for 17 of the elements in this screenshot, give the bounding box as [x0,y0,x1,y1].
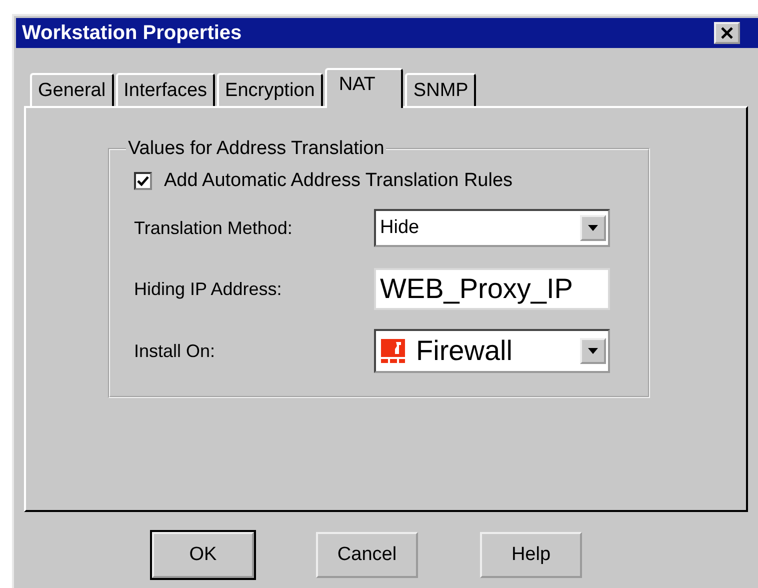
dropdown[interactable]: Hide [374,209,610,247]
tab[interactable]: NAT [324,68,404,108]
tab[interactable]: General [30,73,114,106]
window-title: Workstation Properties [22,22,242,44]
tab[interactable]: Interfaces [116,73,216,106]
dropdown[interactable]: Firewall [374,329,610,373]
field-label: Translation Method: [134,218,294,238]
dialog-button[interactable]: Help [480,532,582,578]
dialog-button[interactable]: Cancel [316,532,418,578]
checkbox-label: Add Automatic Address Translation Rules [164,170,513,192]
field-label: Install On: [134,340,216,362]
tab[interactable]: SNMP [405,73,476,106]
tab[interactable]: Encryption [217,73,323,106]
text-field[interactable]: WEB_Proxy_IP [374,268,610,310]
dialog-button[interactable]: OK [152,532,254,578]
group-title: Values for Address Translation [127,138,386,160]
field-label: Hiding IP Address: [134,278,283,300]
